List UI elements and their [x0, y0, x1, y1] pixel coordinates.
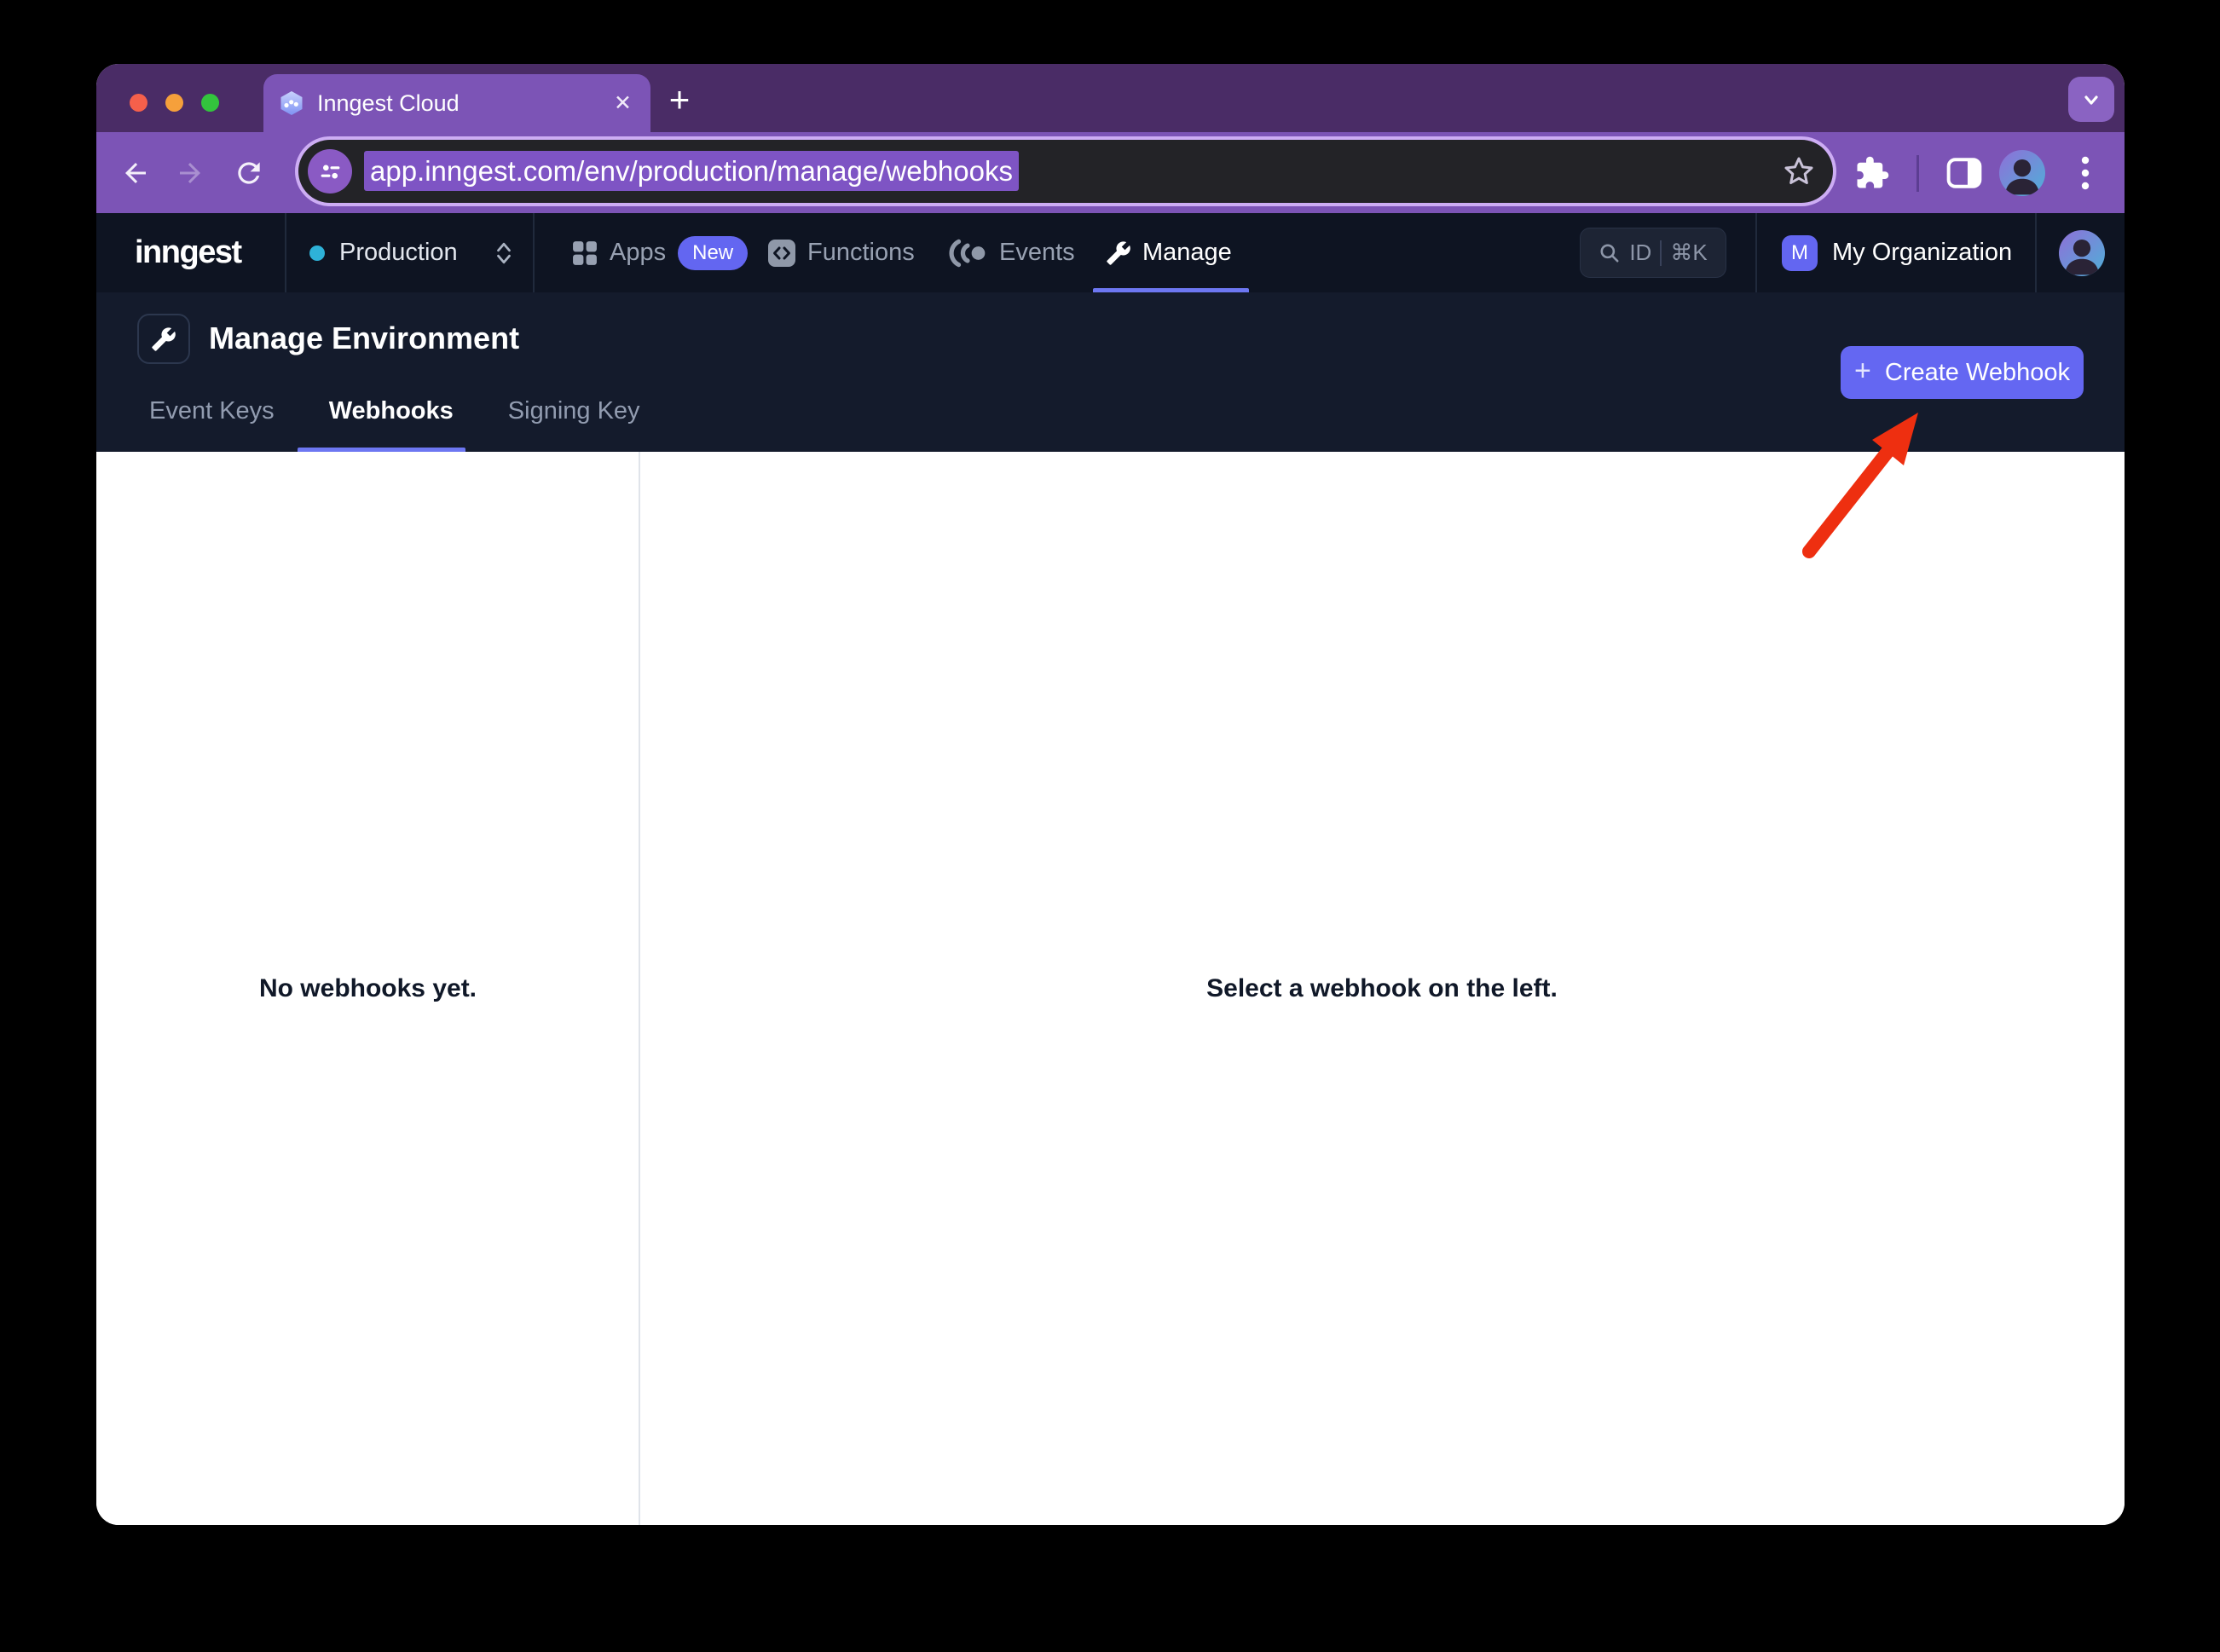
tab-strip: Inngest Cloud ✕ +: [96, 64, 2125, 132]
org-name: My Organization: [1832, 239, 2012, 267]
plus-icon: +: [1854, 355, 1871, 388]
events-waves-icon: [949, 238, 988, 269]
browser-toolbar: app.inngest.com/env/production/manage/we…: [96, 132, 2125, 213]
search-icon: [1599, 242, 1621, 264]
new-tab-button[interactable]: +: [657, 78, 702, 122]
back-button[interactable]: [120, 158, 151, 188]
search-shortcut: ⌘K: [1670, 240, 1707, 266]
new-badge: New: [678, 236, 748, 270]
tab-signing-key[interactable]: Signing Key: [481, 388, 668, 435]
bookmark-star-button[interactable]: [1782, 154, 1816, 188]
environment-label: Production: [339, 239, 458, 267]
wrench-icon: [151, 326, 176, 352]
tab-title: Inngest Cloud: [317, 90, 460, 117]
avatar: [2059, 230, 2105, 276]
nav-item-manage[interactable]: Manage: [1106, 213, 1232, 292]
puzzle-icon: [1854, 155, 1890, 191]
search-id-label: ID: [1629, 240, 1651, 266]
nav-item-label: Apps: [610, 239, 666, 267]
env-status-dot-icon: [309, 245, 325, 261]
tune-icon: [319, 160, 342, 183]
browser-window: Inngest Cloud ✕ +: [96, 64, 2125, 1525]
toolbar-divider: [1916, 155, 1919, 192]
nav-item-functions[interactable]: Functions: [767, 213, 915, 292]
tab-close-icon[interactable]: ✕: [614, 90, 632, 116]
tab-event-keys[interactable]: Event Keys: [122, 388, 302, 435]
search-button[interactable]: ID ⌘K: [1580, 228, 1726, 278]
side-panel-icon: [1946, 157, 1982, 189]
star-icon: [1782, 154, 1816, 188]
apps-grid-icon: [572, 240, 598, 266]
page-icon-box: [137, 314, 190, 364]
inngest-favicon-icon: [279, 90, 304, 116]
reload-button[interactable]: [233, 157, 265, 189]
browser-tab[interactable]: Inngest Cloud ✕: [263, 74, 650, 132]
reload-icon: [233, 157, 265, 189]
forward-button[interactable]: [175, 158, 205, 188]
nav-item-events[interactable]: Events: [949, 213, 1075, 292]
detail-empty-message: Select a webhook on the left.: [639, 974, 2125, 1003]
wrench-icon: [1106, 240, 1131, 266]
arrow-left-icon: [120, 158, 151, 188]
nav-item-apps[interactable]: Apps New: [572, 213, 748, 292]
environment-switcher[interactable]: Production: [309, 213, 513, 292]
nav-item-label: Manage: [1142, 239, 1232, 267]
browser-profile-avatar[interactable]: [1999, 150, 2045, 196]
arrow-right-icon: [175, 158, 205, 188]
tab-search-button[interactable]: [2068, 77, 2114, 122]
address-bar[interactable]: app.inngest.com/env/production/manage/we…: [298, 140, 1833, 203]
screenshot-background: Inngest Cloud ✕ +: [0, 0, 2220, 1652]
create-webhook-button[interactable]: + Create Webhook: [1841, 346, 2084, 399]
create-webhook-label: Create Webhook: [1885, 359, 2070, 387]
traffic-minimize-button[interactable]: [165, 94, 183, 112]
webhooks-empty-message: No webhooks yet.: [96, 974, 639, 1003]
main-content: No webhooks yet. Select a webhook on the…: [96, 452, 2125, 1525]
org-initial-badge: M: [1782, 235, 1818, 271]
traffic-close-button[interactable]: [130, 94, 147, 112]
chevron-down-icon: [2080, 89, 2102, 111]
tab-webhooks[interactable]: Webhooks: [302, 388, 481, 435]
kebab-menu-icon: [2081, 154, 2090, 192]
person-icon: [2059, 230, 2105, 276]
side-panel-button[interactable]: [1946, 157, 1982, 189]
inngest-logo[interactable]: inngest: [135, 213, 241, 292]
page-title: Manage Environment: [209, 321, 519, 356]
organization-switcher[interactable]: M My Organization: [1782, 213, 2012, 292]
chevron-updown-icon: [494, 241, 513, 265]
nav-item-label: Functions: [807, 239, 915, 267]
user-avatar-button[interactable]: [2059, 213, 2105, 292]
nav-item-label: Events: [999, 239, 1075, 267]
extensions-button[interactable]: [1854, 155, 1890, 191]
traffic-zoom-button[interactable]: [201, 94, 219, 112]
manage-environment-header: Manage Environment Event Keys Webhooks S…: [96, 292, 2125, 452]
functions-code-icon: [767, 239, 796, 268]
header-tabs: Event Keys Webhooks Signing Key: [122, 388, 668, 435]
site-settings-button[interactable]: [308, 149, 352, 194]
person-icon: [1999, 150, 2045, 196]
app-nav-bar: inngest Production Apps New: [96, 213, 2125, 292]
browser-menu-button[interactable]: [2081, 154, 2090, 192]
url-text: app.inngest.com/env/production/manage/we…: [364, 155, 1019, 188]
